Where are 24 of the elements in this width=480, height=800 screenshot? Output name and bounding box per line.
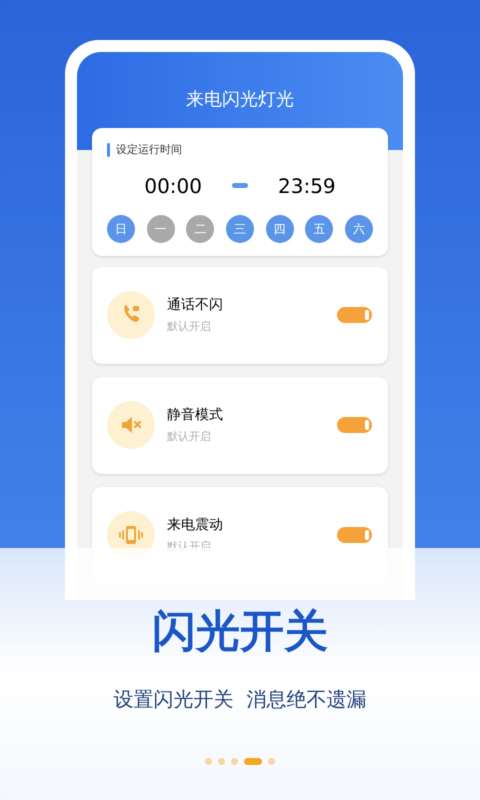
toggle-switch[interactable] xyxy=(337,527,372,543)
weekday-toggle[interactable]: 二 xyxy=(186,214,214,242)
setting-subtitle: 默认开启 xyxy=(167,538,212,555)
toggle-switch[interactable] xyxy=(337,307,372,323)
screen-title: 来电闪光灯光 xyxy=(186,88,294,112)
weekday-toggle[interactable]: 一 xyxy=(146,214,175,242)
weekday-toggle[interactable]: 四 xyxy=(266,214,294,242)
schedule-heading: 设定运行时间 xyxy=(116,142,182,158)
weekday-toggle[interactable]: 三 xyxy=(226,214,254,242)
setting-subtitle: 默认开启 xyxy=(167,318,212,335)
weekday-toggle[interactable]: 日 xyxy=(107,214,135,242)
end-time[interactable]: 23:59 xyxy=(278,170,336,200)
setting-title: 静音模式 xyxy=(167,406,224,425)
setting-subtitle: 默认开启 xyxy=(167,428,212,445)
setting-title: 来电震动 xyxy=(167,516,224,535)
tagline: 设置闪光开关 消息绝不遗漏 xyxy=(114,686,366,713)
start-time[interactable]: 00:00 xyxy=(144,170,202,200)
accent-bar xyxy=(107,143,110,158)
setting-title: 通话不闪 xyxy=(167,296,224,315)
dash-icon xyxy=(232,183,248,188)
headline: 闪光开关 xyxy=(152,610,328,654)
weekday-toggle[interactable]: 五 xyxy=(305,214,334,242)
weekday-toggle[interactable]: 六 xyxy=(344,214,373,242)
toggle-switch[interactable] xyxy=(337,417,372,433)
